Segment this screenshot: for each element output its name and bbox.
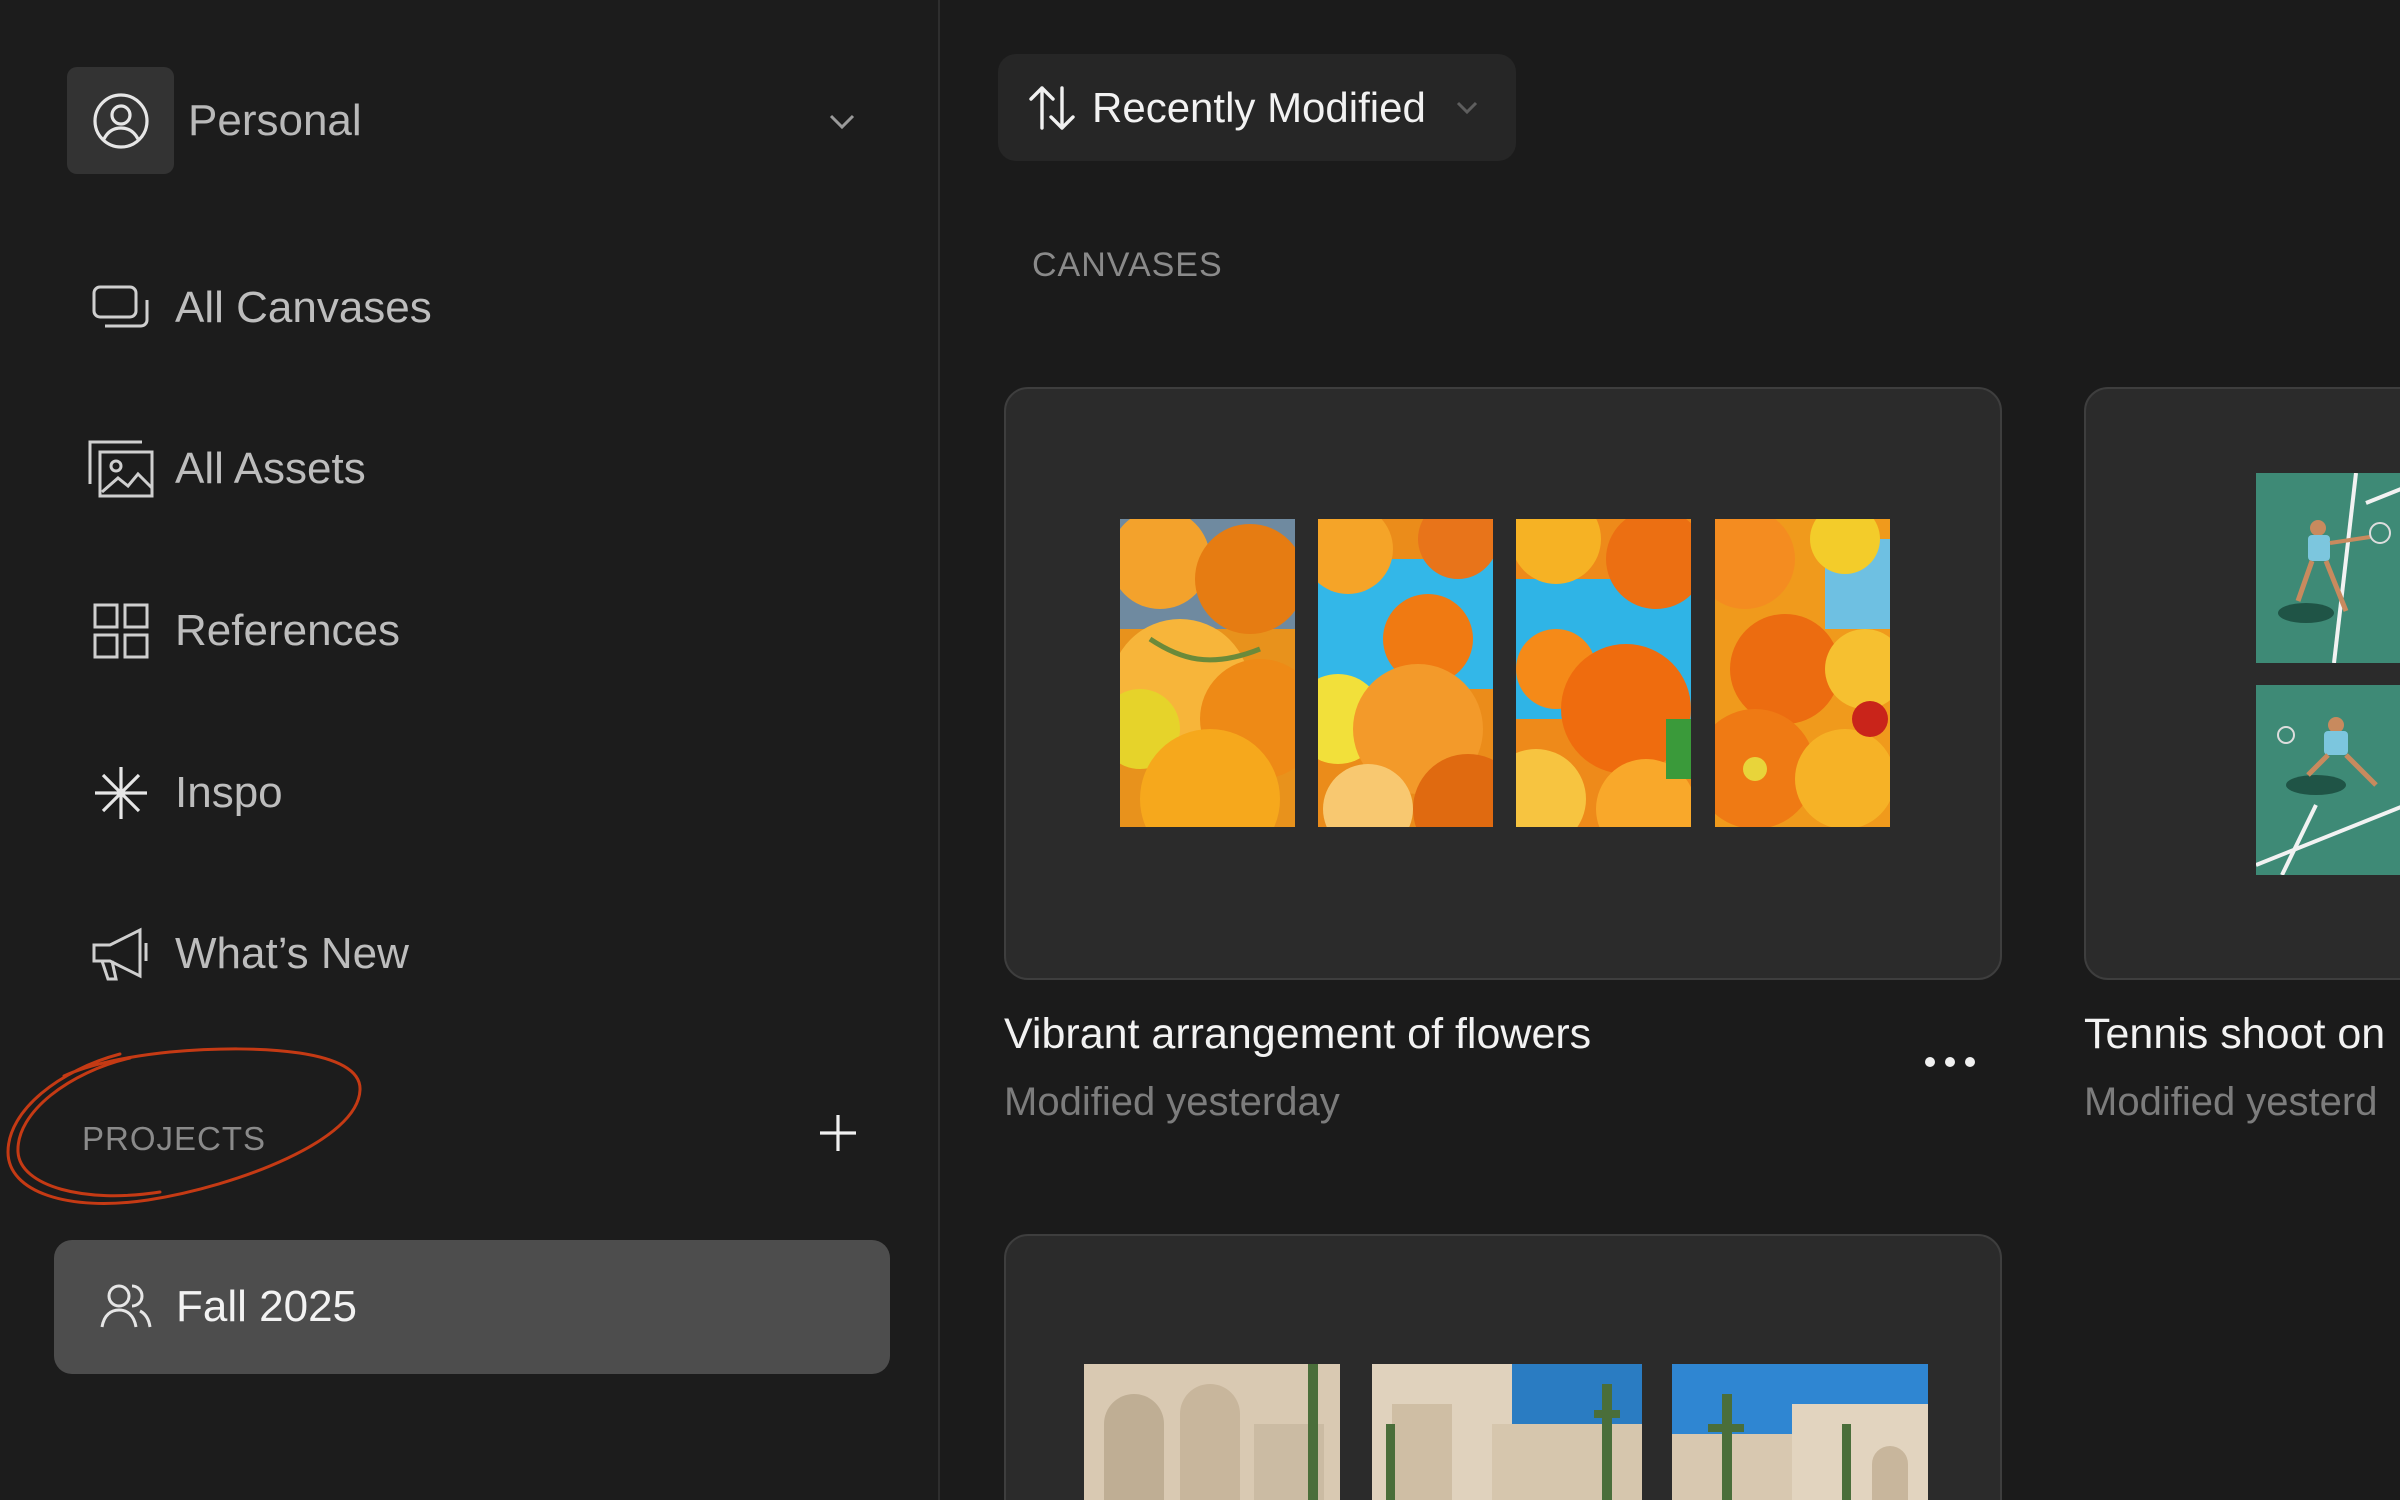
canvases-icon xyxy=(85,272,157,344)
flower-image xyxy=(1715,519,1890,827)
chevron-down-icon xyxy=(1456,101,1478,115)
nav-references[interactable]: References xyxy=(85,586,865,676)
sort-dropdown[interactable]: Recently Modified xyxy=(998,54,1516,161)
assets-icon xyxy=(85,433,157,505)
nav-label: What’s New xyxy=(175,929,409,978)
canvases-heading: CANVASES xyxy=(1032,246,1223,284)
flower-image xyxy=(1516,519,1691,827)
canvas-card-desert[interactable] xyxy=(1004,1234,2002,1500)
tennis-image xyxy=(2256,685,2400,875)
flower-image xyxy=(1318,519,1493,827)
sort-label: Recently Modified xyxy=(1092,83,1426,131)
canvas-modified: Modified yesterd xyxy=(2084,1080,2378,1124)
canvas-card-flowers[interactable] xyxy=(1004,387,2002,980)
nav-label: References xyxy=(175,606,401,655)
architecture-image xyxy=(1084,1364,1340,1500)
user-circle-icon xyxy=(67,67,174,174)
nav-whats-new[interactable]: What’s New xyxy=(85,909,865,999)
nav-all-canvases[interactable]: All Canvases xyxy=(85,263,865,353)
project-item-fall-2025[interactable]: Fall 2025 xyxy=(54,1240,890,1374)
more-options-icon[interactable] xyxy=(1920,1044,1980,1080)
canvas-modified: Modified yesterday xyxy=(1004,1080,1340,1124)
nav-all-assets[interactable]: All Assets xyxy=(85,424,865,514)
nav-label: All Canvases xyxy=(175,283,432,332)
nav-inspo[interactable]: Inspo xyxy=(85,748,865,838)
project-label: Fall 2025 xyxy=(176,1282,358,1331)
users-icon xyxy=(94,1275,158,1339)
chevron-down-icon[interactable] xyxy=(822,101,862,141)
sparkle-icon xyxy=(85,757,157,829)
architecture-image xyxy=(1372,1364,1642,1500)
workspace-name: Personal xyxy=(188,95,362,145)
sidebar: Personal All Canvases All Assets Referen… xyxy=(0,0,940,1500)
flower-image xyxy=(1120,519,1295,827)
canvas-card-tennis[interactable] xyxy=(2084,387,2400,980)
megaphone-icon xyxy=(85,918,157,990)
canvas-title[interactable]: Vibrant arrangement of flowers xyxy=(1004,1010,1591,1059)
plus-icon[interactable] xyxy=(810,1105,866,1161)
tennis-image xyxy=(2256,473,2400,663)
nav-label: Inspo xyxy=(175,768,283,817)
grid-icon xyxy=(85,595,157,667)
nav-label: All Assets xyxy=(175,444,366,493)
projects-heading: PROJECTS xyxy=(82,1120,267,1157)
architecture-image xyxy=(1672,1364,1928,1500)
canvas-title[interactable]: Tennis shoot on xyxy=(2084,1010,2385,1059)
sort-arrows-icon xyxy=(1024,80,1080,136)
workspace-switcher[interactable]: Personal xyxy=(67,67,867,174)
